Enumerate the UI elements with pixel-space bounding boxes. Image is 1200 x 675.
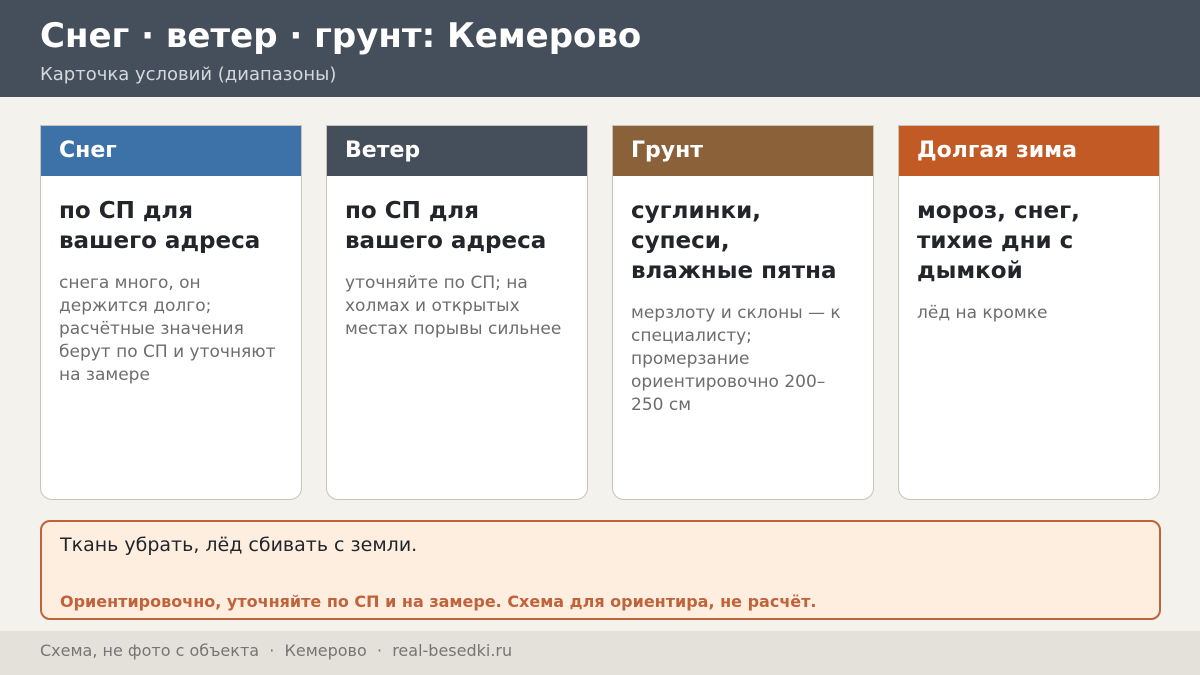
notice-box: Ткань убрать, лёд сбивать с земли. Ориен… bbox=[40, 520, 1161, 620]
page-title: Снег · ветер · грунт: Кемерово bbox=[40, 16, 642, 56]
card-soil-value: суглинки, супеси, влажные пятна bbox=[631, 198, 837, 284]
card-wind-heading: Ветер bbox=[327, 126, 587, 176]
card-winter: Долгая зима мороз, снег, тихие дни с дым… bbox=[898, 125, 1160, 500]
card-winter-heading: Долгая зима bbox=[899, 126, 1159, 176]
card-snow-heading: Снег bbox=[41, 126, 301, 176]
card-snow: Снег по СП для вашего адреса снега много… bbox=[40, 125, 302, 500]
footer-text: Схема, не фото с объекта · Кемерово · re… bbox=[40, 641, 513, 660]
card-wind: Ветер по СП для вашего адреса уточняйте … bbox=[326, 125, 588, 500]
notice-text: Ткань убрать, лёд сбивать с земли. bbox=[60, 534, 418, 556]
header-bar: Снег · ветер · грунт: Кемерово Карточка … bbox=[0, 0, 1200, 97]
card-snow-note: снега много, он держится долго; расчётны… bbox=[59, 273, 276, 385]
disclaimer-text: Ориентировочно, уточняйте по СП и на зам… bbox=[60, 592, 817, 611]
card-wind-note: уточняйте по СП; на холмах и открытых ме… bbox=[345, 273, 562, 339]
card-winter-value: мороз, снег, тихие дни с дымкой bbox=[917, 198, 1080, 284]
card-soil-heading: Грунт bbox=[613, 126, 873, 176]
card-snow-value: по СП для вашего адреса bbox=[59, 198, 261, 254]
card-soil: Грунт суглинки, супеси, влажные пятна ме… bbox=[612, 125, 874, 500]
card-wind-value: по СП для вашего адреса bbox=[345, 198, 547, 254]
page-subtitle: Карточка условий (диапазоны) bbox=[40, 64, 337, 85]
footer-bar: Схема, не фото с объекта · Кемерово · re… bbox=[0, 631, 1200, 675]
card-winter-note: лёд на кромке bbox=[917, 303, 1048, 323]
card-soil-note: мерзлоту и склоны — к специалисту; проме… bbox=[631, 303, 841, 415]
